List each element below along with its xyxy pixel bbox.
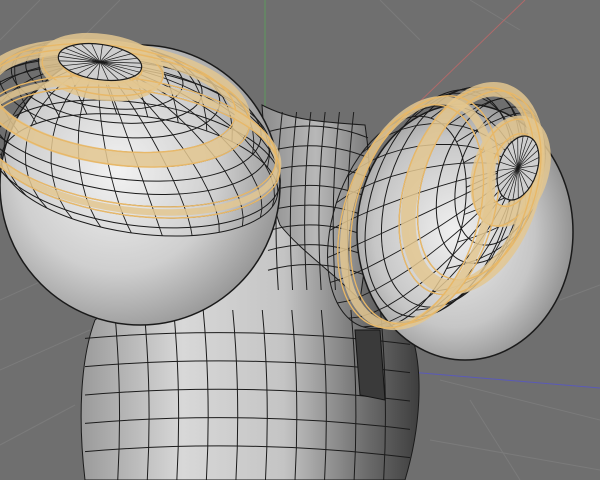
3d-viewport[interactable] (0, 0, 600, 480)
viewport-canvas[interactable] (0, 0, 600, 480)
mesh-shadow-face (354, 329, 386, 401)
z-axis-line (409, 371, 600, 389)
